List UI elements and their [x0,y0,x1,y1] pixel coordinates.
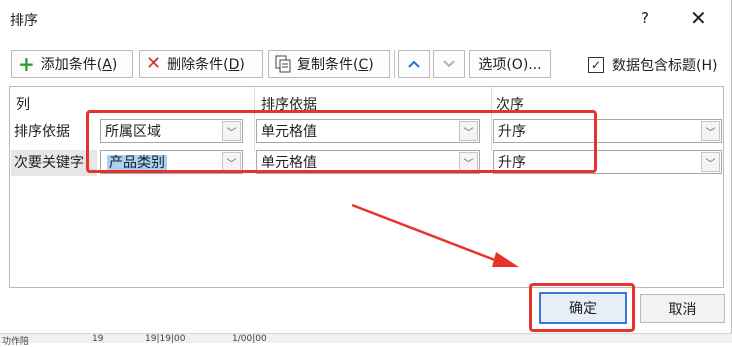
cancel-button[interactable]: 取消 [640,294,725,323]
sheet-fragment: 1/00|00 [232,334,267,344]
sheet-fragment: 19 [92,334,104,344]
ok-label: 确定 [569,301,597,317]
ok-button[interactable]: 确定 [539,292,627,324]
sheet-fragment: 功作陪 [2,337,30,347]
cancel-label: 取消 [668,301,697,318]
sheet-fragment: 19|19|00 [145,334,186,344]
sort-dialog: 排序 ? ✕ + 添加条件(A) ✕ 删除条件(D) 复制条件(C) 选项(O)… [0,0,732,342]
